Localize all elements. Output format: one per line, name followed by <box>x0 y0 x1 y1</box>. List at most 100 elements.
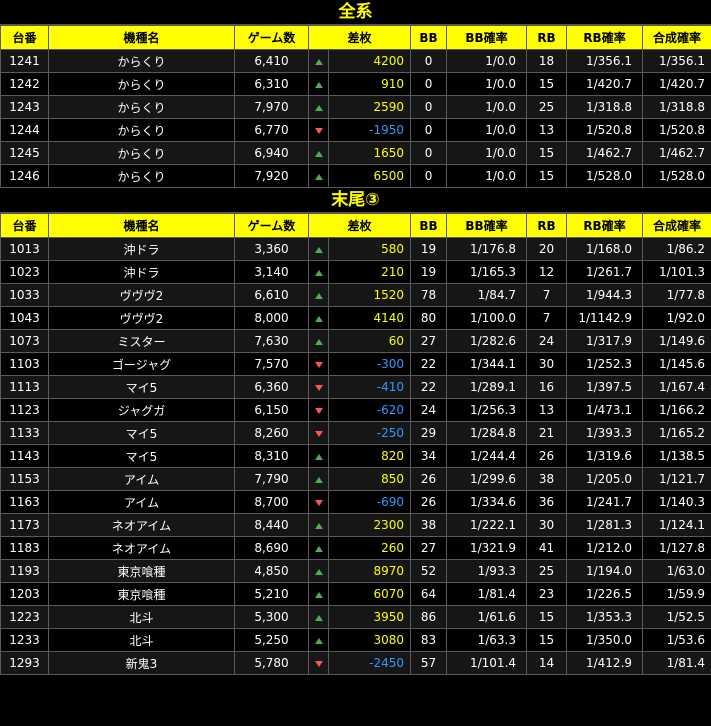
cell-bb: 57 <box>410 651 448 675</box>
column-header[interactable]: RB <box>526 25 568 50</box>
cell-model: ゴージャグ <box>48 352 235 376</box>
triangle-up-icon <box>314 316 323 322</box>
cell-bb: 0 <box>410 95 448 119</box>
table-row: 1103 ゴージャグ 7,570 -300 22 1/344.1 30 1/252.3 1/14… <box>0 352 711 376</box>
cell-id: 1293 <box>0 651 49 675</box>
cell-rb-rate: 1/356.1 <box>566 49 644 73</box>
header-row: 台番 機種名 ゲーム数 差枚 BB BB確率 RB RB確率 合成確率 <box>0 25 711 50</box>
cell-bb-rate: 1/81.4 <box>446 582 528 606</box>
cell-diff: 3950 <box>327 605 412 629</box>
column-header[interactable]: 差枚 <box>307 25 412 50</box>
cell-games: 8,310 <box>234 444 309 468</box>
cell-id: 1133 <box>0 421 49 445</box>
cell-games: 7,920 <box>234 164 309 188</box>
cell-games: 6,610 <box>234 283 309 307</box>
column-header[interactable]: 合成確率 <box>642 213 711 238</box>
cell-model: からくり <box>48 49 235 73</box>
trend-cell <box>308 628 329 652</box>
cell-diff: 260 <box>327 536 412 560</box>
cell-rb-rate: 1/473.1 <box>566 398 644 422</box>
column-header[interactable]: RB <box>526 213 568 238</box>
cell-rb: 41 <box>526 536 568 560</box>
cell-bb-rate: 1/299.6 <box>446 467 528 491</box>
triangle-up-icon <box>314 105 323 111</box>
cell-diff: 820 <box>327 444 412 468</box>
cell-total-rate: 1/138.5 <box>642 444 711 468</box>
cell-bb-rate: 1/244.4 <box>446 444 528 468</box>
table-row: 1123 ジャグガ 6,150 -620 24 1/256.3 13 1/473.1 1/166… <box>0 398 711 422</box>
column-header[interactable]: RB確率 <box>566 25 644 50</box>
cell-rb-rate: 1/261.7 <box>566 260 644 284</box>
cell-diff: 850 <box>327 467 412 491</box>
trend-cell <box>308 306 329 330</box>
column-header[interactable]: BB確率 <box>446 213 528 238</box>
column-header[interactable]: BB確率 <box>446 25 528 50</box>
cell-games: 8,690 <box>234 536 309 560</box>
table-row: 1233 北斗 5,250 3080 83 1/63.3 15 1/350.0 1/53.6 <box>0 628 711 652</box>
trend-cell <box>308 141 329 165</box>
cell-rb-rate: 1/353.3 <box>566 605 644 629</box>
triangle-down-icon <box>314 128 323 134</box>
cell-games: 3,140 <box>234 260 309 284</box>
cell-id: 1073 <box>0 329 49 353</box>
trend-cell <box>308 329 329 353</box>
trend-cell <box>308 49 329 73</box>
column-header[interactable]: 差枚 <box>307 213 412 238</box>
cell-id: 1123 <box>0 398 49 422</box>
column-header[interactable]: 機種名 <box>48 25 235 50</box>
cell-total-rate: 1/92.0 <box>642 306 711 330</box>
trend-cell <box>308 467 329 491</box>
column-header[interactable]: BB <box>410 25 448 50</box>
column-header[interactable]: RB確率 <box>566 213 644 238</box>
cell-diff: 2590 <box>327 95 412 119</box>
header-row: 台番 機種名 ゲーム数 差枚 BB BB確率 RB RB確率 合成確率 <box>0 213 711 238</box>
column-header[interactable]: ゲーム数 <box>234 213 309 238</box>
cell-games: 6,410 <box>234 49 309 73</box>
cell-model: ネオアイム <box>48 513 235 537</box>
cell-rb-rate: 1/241.7 <box>566 490 644 514</box>
cell-total-rate: 1/145.6 <box>642 352 711 376</box>
cell-total-rate: 1/356.1 <box>642 49 711 73</box>
triangle-up-icon <box>314 151 323 157</box>
table-row: 1173 ネオアイム 8,440 2300 38 1/222.1 30 1/281.3 1/12… <box>0 513 711 537</box>
cell-rb-rate: 1/252.3 <box>566 352 644 376</box>
cell-rb-rate: 1/194.0 <box>566 559 644 583</box>
cell-games: 3,360 <box>234 237 309 261</box>
cell-model: ミスター <box>48 329 235 353</box>
cell-model: からくり <box>48 118 235 142</box>
cell-diff: -1950 <box>327 118 412 142</box>
triangle-down-icon <box>314 500 323 506</box>
cell-bb-rate: 1/165.3 <box>446 260 528 284</box>
cell-bb-rate: 1/284.8 <box>446 421 528 445</box>
cell-bb: 38 <box>410 513 448 537</box>
column-header[interactable]: BB <box>410 213 448 238</box>
column-header[interactable]: 台番 <box>0 25 49 50</box>
trend-cell <box>308 352 329 376</box>
column-header[interactable]: 合成確率 <box>642 25 711 50</box>
trend-cell <box>308 582 329 606</box>
cell-bb-rate: 1/0.0 <box>446 118 528 142</box>
triangle-up-icon <box>314 293 323 299</box>
cell-rb-rate: 1/212.0 <box>566 536 644 560</box>
table-row: 1183 ネオアイム 8,690 260 27 1/321.9 41 1/212.0 1/127… <box>0 536 711 560</box>
table-row: 1241 からくり 6,410 4200 0 1/0.0 18 1/356.1 1/356.1 <box>0 49 711 73</box>
cell-bb-rate: 1/93.3 <box>446 559 528 583</box>
cell-rb: 14 <box>526 651 568 675</box>
triangle-up-icon <box>314 615 323 621</box>
table-row: 1203 東京喰種 5,210 6070 64 1/81.4 23 1/226.5 1/59.9 <box>0 582 711 606</box>
cell-bb: 22 <box>410 352 448 376</box>
cell-rb: 30 <box>526 352 568 376</box>
table-row: 1163 アイム 8,700 -690 26 1/334.6 36 1/241.7 1/140.… <box>0 490 711 514</box>
cell-model: 沖ドラ <box>48 237 235 261</box>
cell-rb: 15 <box>526 628 568 652</box>
column-header[interactable]: 機種名 <box>48 213 235 238</box>
column-header[interactable]: 台番 <box>0 213 49 238</box>
cell-model: 沖ドラ <box>48 260 235 284</box>
cell-diff: 4200 <box>327 49 412 73</box>
trend-cell <box>308 164 329 188</box>
cell-bb-rate: 1/344.1 <box>446 352 528 376</box>
triangle-down-icon <box>314 408 323 414</box>
column-header[interactable]: ゲーム数 <box>234 25 309 50</box>
cell-rb: 25 <box>526 95 568 119</box>
cell-total-rate: 1/420.7 <box>642 72 711 96</box>
